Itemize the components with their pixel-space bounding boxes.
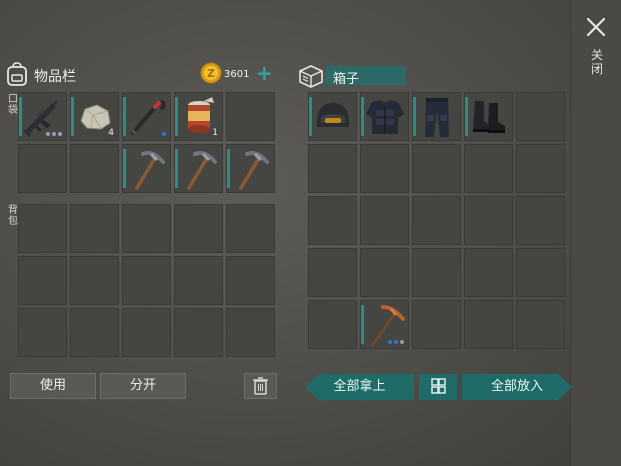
grid-icon <box>431 378 446 394</box>
quality-dots <box>46 132 62 136</box>
backpack-slot[interactable] <box>18 256 67 305</box>
quality-dots <box>388 340 404 344</box>
box-grid <box>308 92 565 349</box>
inventory-title: 物品栏 <box>34 69 76 85</box>
item-quantity: 1 <box>212 128 218 138</box>
box-slot[interactable] <box>308 144 357 193</box>
backpack-slot[interactable] <box>226 256 275 305</box>
pocket-slot[interactable] <box>226 144 275 193</box>
item-quantity: 4 <box>108 128 114 138</box>
sort-button[interactable] <box>419 374 457 400</box>
backpack-slot[interactable] <box>226 308 275 357</box>
box-slot[interactable] <box>516 92 565 141</box>
inventory-header: 物品栏 Z 3601 + <box>6 60 278 90</box>
canned-food-icon <box>187 96 214 133</box>
box-slot[interactable] <box>516 248 565 297</box>
box-slot[interactable] <box>516 144 565 193</box>
pocket-slot[interactable] <box>226 92 275 141</box>
pickaxe-icon <box>134 150 165 190</box>
box-slot[interactable] <box>464 300 513 349</box>
backpack-slot[interactable] <box>174 204 223 253</box>
box-slot[interactable] <box>360 248 409 297</box>
crowbar-icon <box>130 99 166 135</box>
assault-rifle-icon <box>22 100 58 137</box>
box-slot[interactable] <box>412 92 461 141</box>
put-all-button[interactable]: 全部放入 <box>462 374 572 400</box>
backpack-slot[interactable] <box>70 308 119 357</box>
svg-text:Z: Z <box>207 67 215 80</box>
pocket-slot[interactable]: 1 <box>174 92 223 141</box>
box-slot[interactable] <box>412 144 461 193</box>
backpack-slot[interactable] <box>226 204 275 253</box>
backpack-slot[interactable] <box>174 256 223 305</box>
backpack-slot[interactable] <box>122 256 171 305</box>
backpack-slot[interactable] <box>122 204 171 253</box>
pocket-slot[interactable]: 4 <box>70 92 119 141</box>
pickaxe-icon <box>186 150 217 190</box>
box-slot[interactable] <box>412 248 461 297</box>
split-button[interactable]: 分开 <box>100 373 186 399</box>
close-label[interactable]: 关闭 <box>590 48 604 76</box>
backpack-slot[interactable] <box>70 256 119 305</box>
add-coins-button[interactable]: + <box>256 63 273 83</box>
box-slot[interactable] <box>308 196 357 245</box>
box-slot[interactable] <box>360 144 409 193</box>
pocket-slot[interactable] <box>18 144 67 193</box>
pocket-slot[interactable] <box>122 144 171 193</box>
pocket-slot[interactable] <box>122 92 171 141</box>
close-icon <box>586 17 606 37</box>
box-slot[interactable] <box>412 196 461 245</box>
box-slot[interactable] <box>464 196 513 245</box>
box-slot[interactable] <box>360 196 409 245</box>
box-slot[interactable] <box>464 92 513 141</box>
pocket-slot[interactable] <box>70 144 119 193</box>
pocket-slot[interactable] <box>18 92 67 141</box>
box-slot[interactable] <box>412 300 461 349</box>
backpack-slot[interactable] <box>70 204 119 253</box>
backpack-icon <box>7 62 27 86</box>
coin-count: 3601 <box>224 69 250 80</box>
quality-dots <box>162 132 166 136</box>
close-button[interactable] <box>585 16 607 38</box>
backpack-slot[interactable] <box>174 308 223 357</box>
use-button[interactable]: 使用 <box>10 373 96 399</box>
box-slot[interactable] <box>516 196 565 245</box>
box-slot[interactable] <box>464 248 513 297</box>
box-slot[interactable] <box>308 300 357 349</box>
box-slot[interactable] <box>516 300 565 349</box>
box-slot[interactable] <box>308 92 357 141</box>
trash-icon <box>253 377 268 395</box>
backpack-slot[interactable] <box>18 204 67 253</box>
box-slot[interactable] <box>360 92 409 141</box>
backpack-grid <box>18 204 275 357</box>
crate-icon <box>299 65 323 88</box>
boots-icon <box>472 100 505 133</box>
coin-icon: Z <box>200 62 222 84</box>
backpack-slot[interactable] <box>18 308 67 357</box>
body-armor-icon <box>365 99 404 134</box>
pickaxe-icon <box>238 150 269 190</box>
stone-icon <box>79 103 111 130</box>
armored-pants-icon <box>424 97 449 137</box>
helmet-icon <box>316 102 349 127</box>
pocket-grid: 41 <box>18 92 275 193</box>
box-title: 箱子 <box>333 72 360 87</box>
discard-button[interactable] <box>244 373 277 399</box>
box-slot[interactable] <box>308 248 357 297</box>
take-all-button[interactable]: 全部拿上 <box>305 374 414 400</box>
pocket-slot[interactable] <box>174 144 223 193</box>
box-slot[interactable] <box>360 300 409 349</box>
backpack-slot[interactable] <box>122 308 171 357</box>
box-header: 箱子 <box>298 62 418 88</box>
box-slot[interactable] <box>464 144 513 193</box>
